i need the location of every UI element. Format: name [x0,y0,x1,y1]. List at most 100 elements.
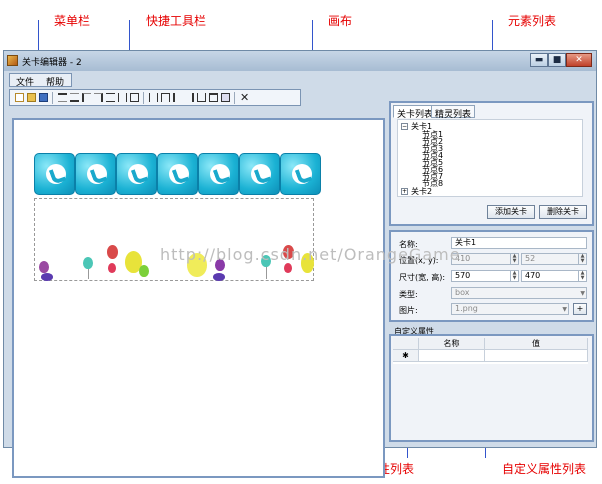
phone-tile[interactable] [280,153,321,195]
spinner-arrows-icon[interactable]: ▲ ▼ [510,271,518,281]
size-width-field[interactable]: 570 ▲ ▼ [451,270,519,282]
phone-tile[interactable] [198,153,239,195]
type-select[interactable]: box ▼ [451,287,587,299]
spinner-arrows-icon[interactable]: ▲ ▼ [510,254,518,264]
grid-icon[interactable] [209,93,218,102]
name-field[interactable]: 关卡1 [451,237,587,249]
tile-row[interactable] [34,153,325,198]
type-label: 类型: [399,290,418,299]
property-list-panel: 名称: 关卡1 位置(x, y): 410 ▲ ▼ 52 ▲ ▼ 尺寸(宽, 高): 5… [389,230,594,322]
phone-tile[interactable] [75,153,116,195]
chevron-down-icon: ▼ [562,306,567,313]
phone-icon [210,164,230,184]
balloon-string [266,267,267,279]
maximize-button[interactable]: ■ [548,53,566,67]
delete-level-button[interactable]: 删除关卡 [539,205,587,219]
balloon-icon [107,245,118,259]
align-column-left-icon[interactable] [173,93,182,102]
new-row-marker: ✱ [393,350,419,362]
balloon-icon [213,273,225,281]
size-height-field[interactable]: 470 ▲ ▼ [521,270,587,282]
image-select[interactable]: 1.png ▼ [451,303,569,315]
phone-tile[interactable] [157,153,198,195]
new-row-name-cell[interactable] [419,350,485,362]
align-left-icon[interactable] [82,93,91,102]
balloon-icon [108,263,116,273]
balloon-sprite[interactable] [34,198,314,281]
phone-icon [87,164,107,184]
balloon-icon [39,261,49,273]
menu-help[interactable]: 帮助 [46,75,64,88]
toolbar-separator [143,92,144,104]
new-icon[interactable] [15,93,24,102]
position-x-field[interactable]: 410 ▲ ▼ [451,253,519,265]
toolbar-separator [52,92,53,104]
size-width-value: 570 [455,271,471,280]
add-image-button[interactable]: + [573,303,587,315]
callout-element-list: 元素列表 [508,14,557,28]
menu-bar: 文件 帮助 [9,73,72,88]
type-value: box [455,288,470,297]
tree-level-2[interactable]: 关卡2 [411,186,432,197]
align-top-icon[interactable] [58,93,67,102]
grid-corner [393,338,419,350]
column-header-value[interactable]: 值 [485,338,588,350]
element-list-panel: 关卡列表 精灵列表 − 关卡1 节点1 节点2 节点3 节点4 节点5 节点6 … [389,101,594,226]
phone-tile[interactable] [116,153,157,195]
balloon-icon [284,263,292,273]
quick-toolbar: ✕ [9,89,301,106]
align-right-icon[interactable] [94,93,103,102]
distribute-horizontal-icon[interactable] [161,93,170,102]
position-y-field[interactable]: 52 ▲ ▼ [521,253,587,265]
phone-icon [169,164,189,184]
align-middle-icon[interactable] [70,93,79,102]
title-bar[interactable]: 关卡编辑器 - 2 ▬ ■ ✕ [4,51,596,71]
size-label: 尺寸(宽, 高): [399,273,446,282]
column-header-name[interactable]: 名称 [419,338,485,350]
phone-icon [292,164,312,184]
same-size-icon[interactable] [130,93,139,102]
collapse-icon[interactable]: − [401,123,408,130]
menu-file[interactable]: 文件 [16,75,34,88]
expand-icon[interactable]: + [401,188,408,195]
phone-icon [251,164,271,184]
callout-toolbar: 快捷工具栏 [146,14,207,28]
spinner-arrows-icon[interactable]: ▲ ▼ [578,254,586,264]
toolbar-separator [234,92,235,104]
callout-custom-property-list: 自定义属性列表 [502,462,587,476]
callout-canvas: 画布 [328,14,353,28]
level-tree[interactable]: − 关卡1 节点1 节点2 节点3 节点4 节点5 节点6 节点7 节点8 + … [397,119,583,197]
spinner-arrows-icon[interactable]: ▲ ▼ [578,271,586,281]
phone-icon [128,164,148,184]
balloon-string [88,269,89,279]
custom-property-grid[interactable]: 名称 值 ✱ [393,338,588,364]
new-row-value-cell[interactable] [485,350,588,362]
chevron-down-icon: ▼ [580,290,585,297]
delete-icon[interactable]: ✕ [240,91,249,104]
window-title: 关卡编辑器 - 2 [22,58,82,68]
phone-tile[interactable] [239,153,280,195]
balloon-icon [41,273,53,281]
image-label: 图片: [399,306,418,315]
open-icon[interactable] [27,93,36,102]
distribute-vertical-icon[interactable] [149,93,158,102]
minimize-button[interactable]: ▬ [530,53,548,67]
canvas[interactable] [12,118,385,478]
tab-sprite-list[interactable]: 精灵列表 [431,105,476,120]
app-icon [7,55,18,66]
phone-icon [46,164,66,184]
add-level-button[interactable]: 添加关卡 [487,205,535,219]
close-button[interactable]: ✕ [566,53,592,67]
align-column-right-icon[interactable] [185,93,194,102]
phone-tile[interactable] [34,153,75,195]
position-y-value: 52 [525,254,536,263]
save-icon[interactable] [39,93,48,102]
watermark: http://blog.csdn.net/OrangeGame [160,245,461,264]
center-horizontal-icon[interactable] [106,93,115,102]
center-vertical-icon[interactable] [118,93,127,102]
balloon-icon [83,257,93,269]
spread-icon[interactable] [197,93,206,102]
custom-property-list-panel: 名称 值 ✱ [389,334,594,442]
fit-icon[interactable] [221,93,230,102]
balloon-icon [139,265,149,277]
